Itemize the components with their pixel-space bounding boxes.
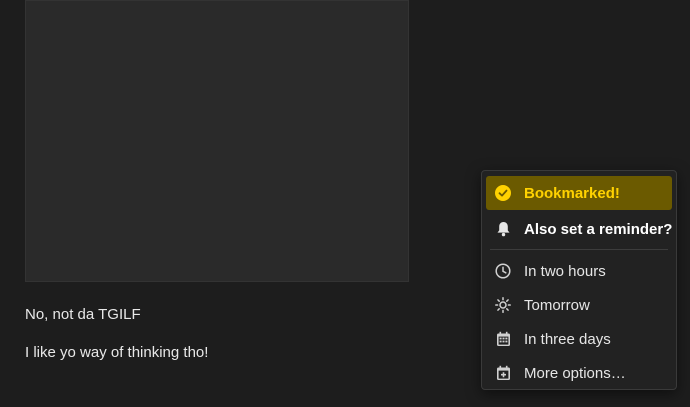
reminder-option-tomorrow[interactable]: Tomorrow xyxy=(486,288,672,322)
reminder-option-label: More options… xyxy=(524,364,626,382)
sun-icon xyxy=(494,296,512,314)
bookmark-menu: Bookmarked! Also set a reminder? In two … xyxy=(481,170,677,390)
calendar-plus-icon xyxy=(494,364,512,382)
reminder-option-label: In three days xyxy=(524,330,611,348)
bookmarked-button[interactable]: Bookmarked! xyxy=(486,176,672,210)
reminder-heading-label: Also set a reminder? xyxy=(524,220,673,238)
reminder-option-three-days[interactable]: In three days xyxy=(486,322,672,356)
post-image[interactable] xyxy=(25,0,409,282)
menu-divider xyxy=(490,249,668,250)
reminder-option-more[interactable]: More options… xyxy=(486,356,672,390)
check-circle-icon xyxy=(494,184,512,202)
clock-icon xyxy=(494,262,512,280)
bell-icon xyxy=(494,220,512,238)
page: No, not da TGILF I like yo way of thinki… xyxy=(0,0,690,407)
reminder-option-two-hours[interactable]: In two hours xyxy=(486,254,672,288)
reminder-option-label: Tomorrow xyxy=(524,296,590,314)
reminder-option-label: In two hours xyxy=(524,262,606,280)
post-paragraph: I like yo way of thinking tho! xyxy=(25,344,209,361)
reminder-heading: Also set a reminder? xyxy=(486,212,672,246)
bookmarked-label: Bookmarked! xyxy=(524,184,620,202)
calendar-icon xyxy=(494,330,512,348)
post-paragraph: No, not da TGILF xyxy=(25,306,141,323)
